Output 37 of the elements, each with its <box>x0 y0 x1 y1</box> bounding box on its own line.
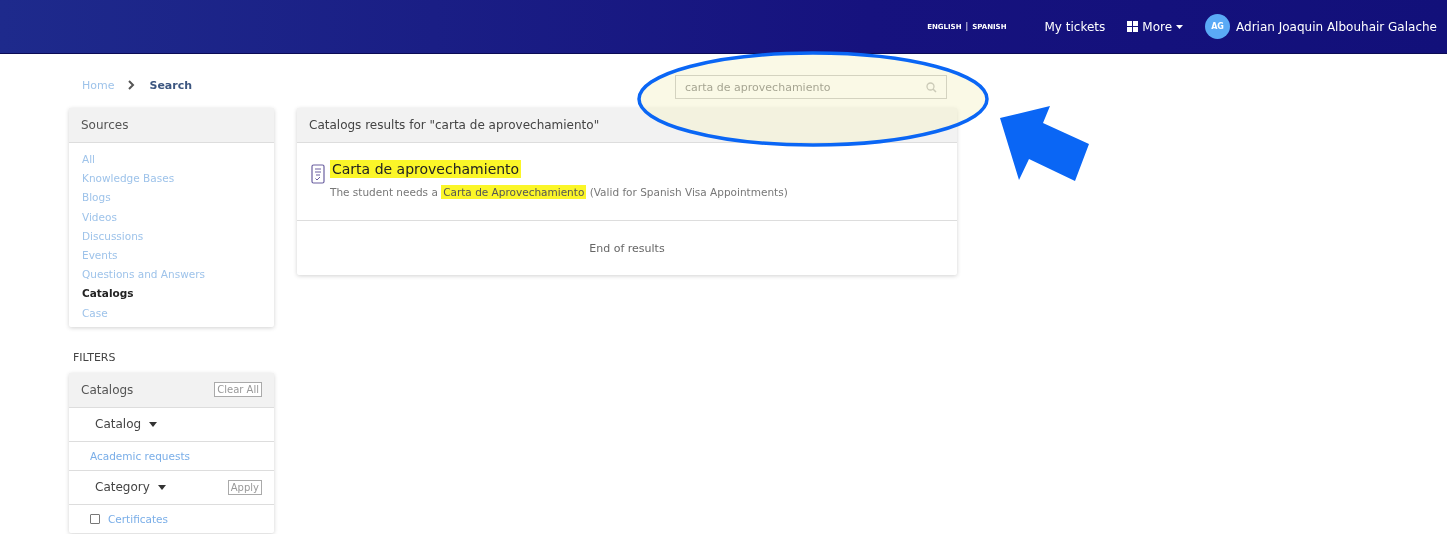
source-link[interactable]: Catalogs <box>82 284 261 304</box>
apply-button[interactable]: Apply <box>227 479 262 495</box>
results-heading: Catalogs results for "carta de aprovechamiento" <box>297 108 957 143</box>
result-description: The student needs a Carta de Aprovechamiento (Valid for Spanish Visa Appointments) <box>330 186 788 198</box>
filter-dropdown[interactable]: Category <box>95 480 166 495</box>
caret-icon <box>157 484 166 490</box>
source-link[interactable]: Events <box>82 246 261 266</box>
clear-all-button[interactable]: Clear All <box>214 382 262 398</box>
caret-icon <box>149 421 158 427</box>
filter-title: Catalogs <box>81 382 134 397</box>
source-link[interactable]: Questions and Answers <box>82 265 261 285</box>
source-link[interactable]: Case <box>82 303 261 323</box>
caret-icon <box>1176 24 1184 29</box>
source-link[interactable]: Blogs <box>82 188 261 208</box>
checkbox[interactable] <box>90 513 100 524</box>
source-link[interactable]: All <box>82 150 261 170</box>
filter-option[interactable]: Certificates <box>108 512 168 525</box>
end-of-results: End of results <box>588 240 666 257</box>
filter-dropdown[interactable]: Catalog <box>95 417 158 432</box>
search-field[interactable]: carta de aprovechamiento <box>675 75 947 99</box>
result-title[interactable]: Carta de aprovechamiento <box>330 160 522 178</box>
document-icon <box>311 164 325 184</box>
filter-option[interactable]: Academic requests <box>90 449 190 462</box>
language-separator: | <box>965 22 969 31</box>
more-menu[interactable]: More <box>1127 19 1184 34</box>
grid-icon <box>1127 21 1139 32</box>
sources-header: Sources <box>69 108 274 143</box>
filters-heading: FILTERS <box>73 350 117 364</box>
source-link[interactable]: Discussions <box>82 226 261 246</box>
user-avatar[interactable]: AG <box>1205 14 1231 39</box>
source-link[interactable]: Videos <box>82 207 261 227</box>
breadcrumb-link[interactable]: Home <box>82 78 115 92</box>
breadcrumb-link[interactable]: Search <box>149 78 193 92</box>
chevron-icon <box>128 80 136 90</box>
user-name[interactable]: Adrian Joaquin Albouhair Galache <box>1236 19 1437 34</box>
nav-link[interactable]: My tickets <box>1044 19 1106 34</box>
source-link[interactable]: Knowledge Bases <box>82 169 261 189</box>
